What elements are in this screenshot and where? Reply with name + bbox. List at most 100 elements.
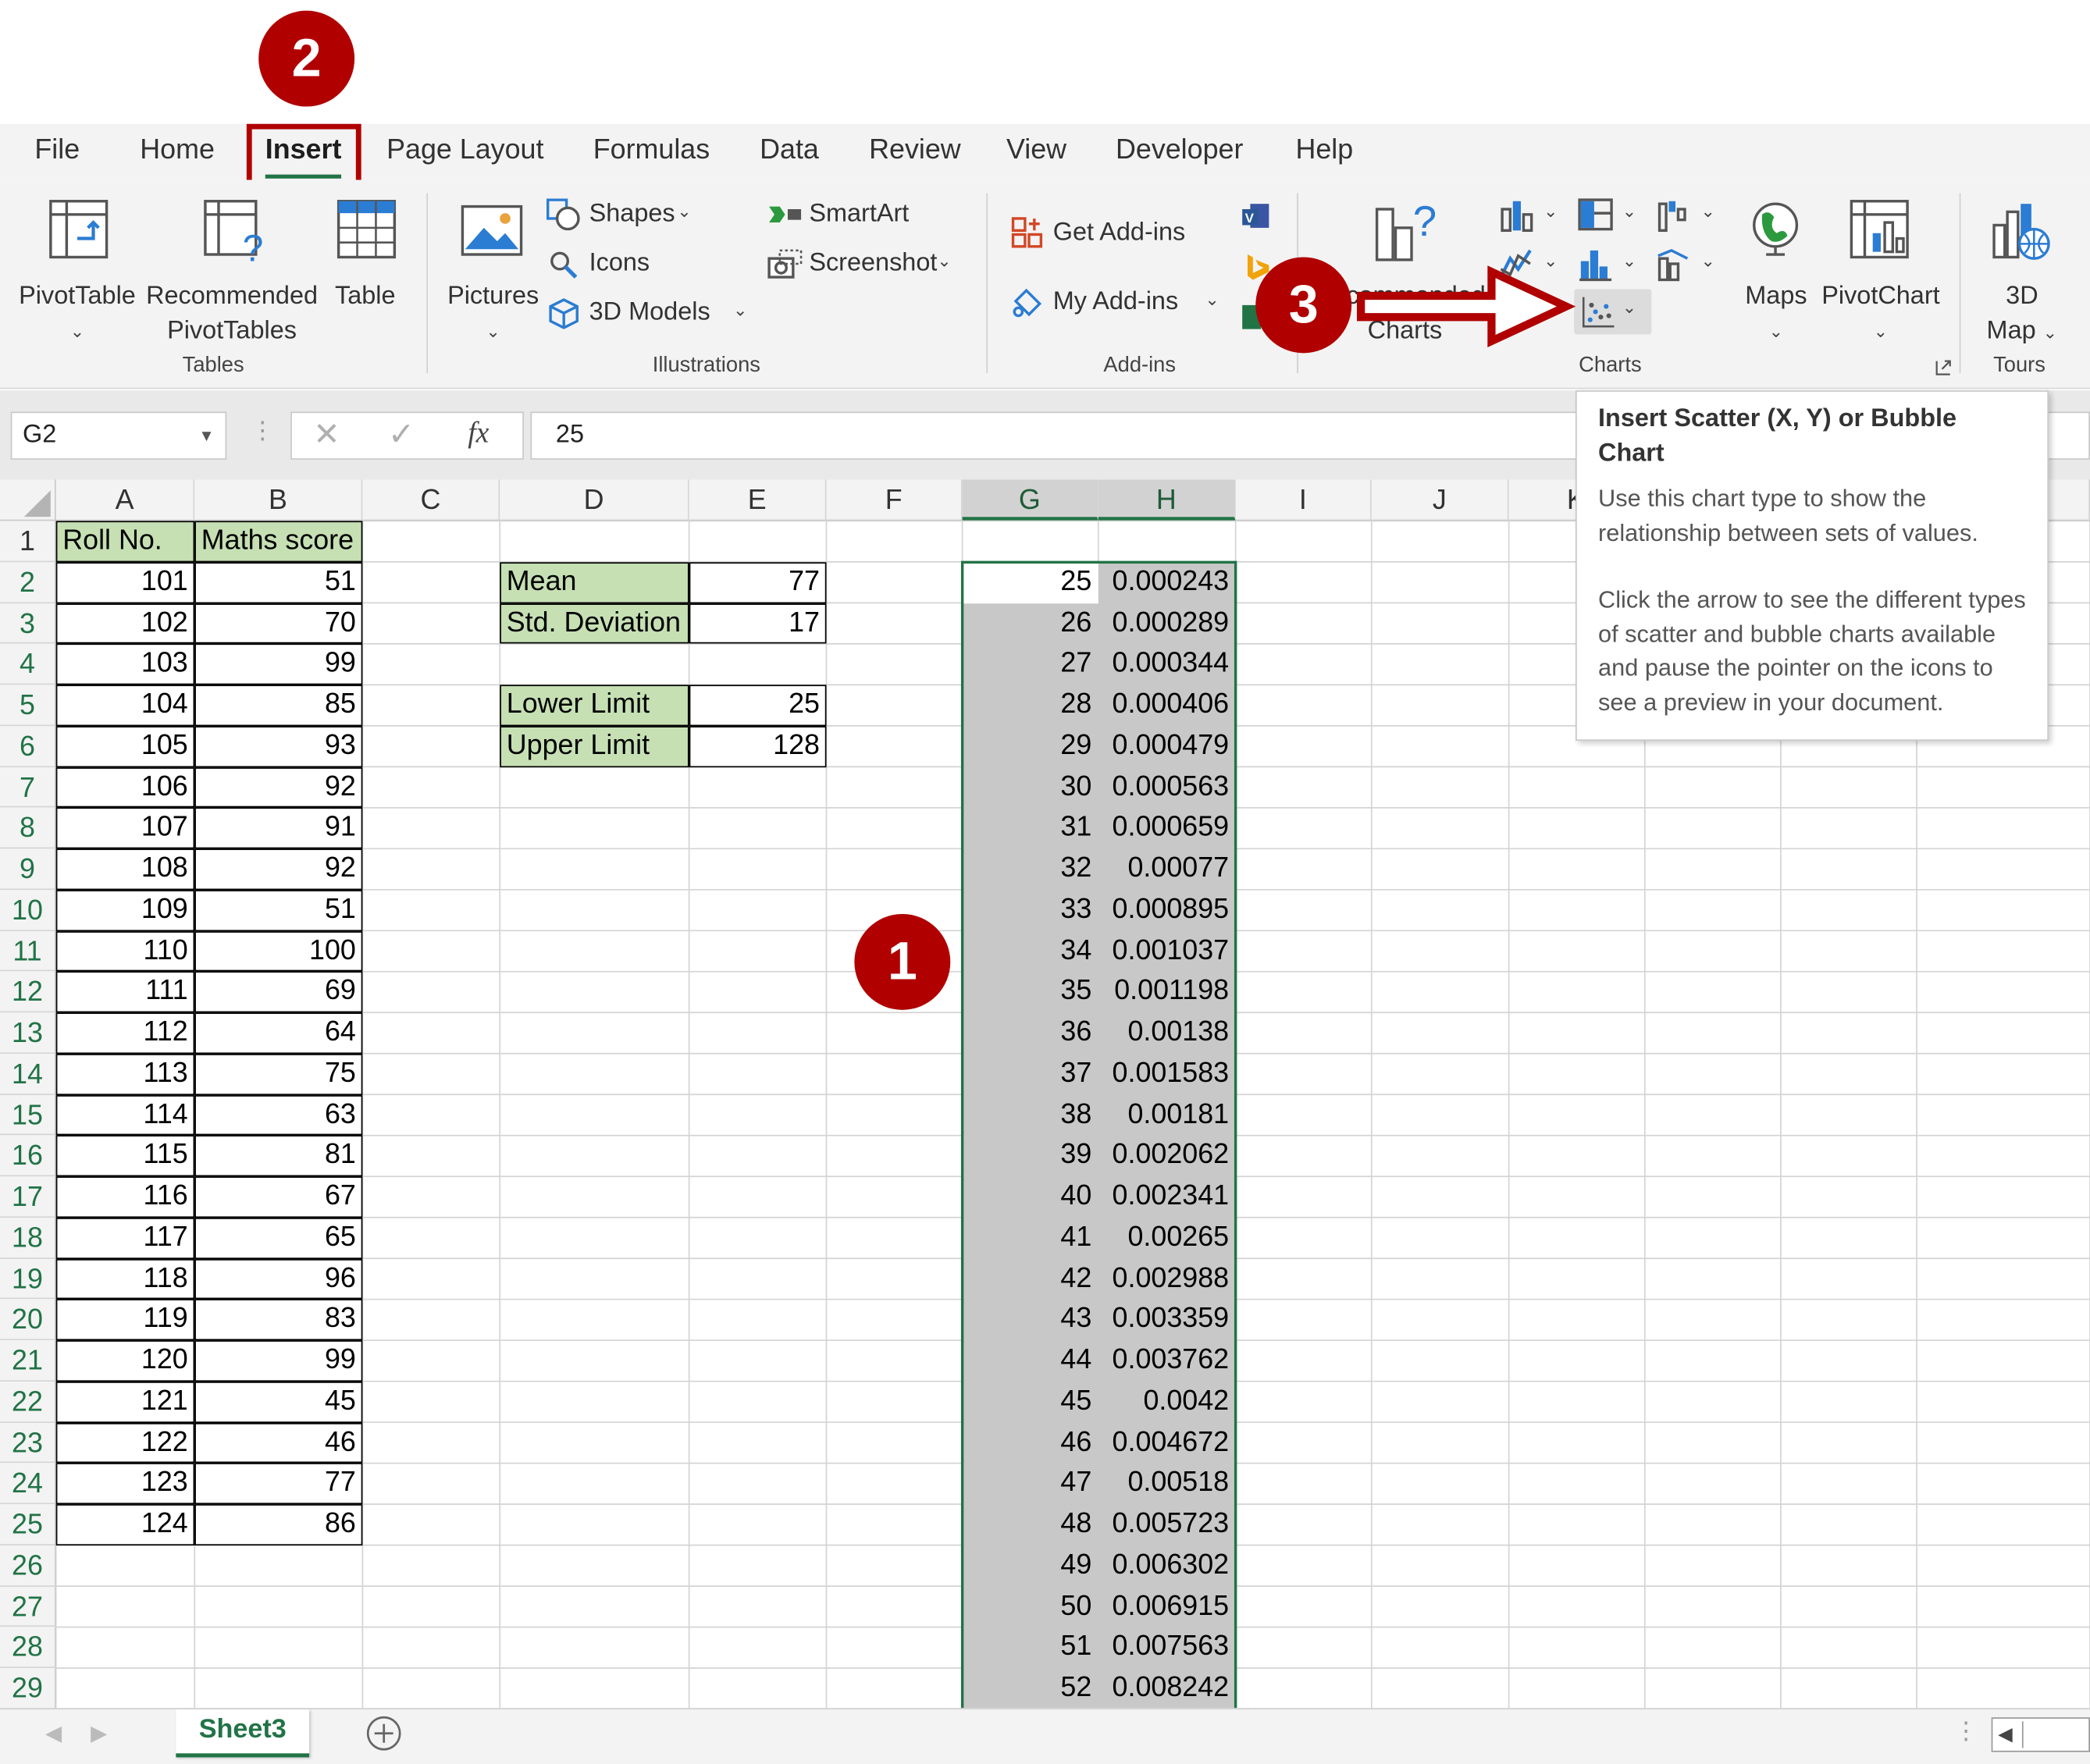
cell-border bbox=[689, 561, 827, 603]
chevron-down-icon: ⌄ bbox=[69, 321, 85, 341]
cell-border bbox=[55, 971, 195, 1013]
scrollbar-divider bbox=[2021, 1721, 2024, 1748]
table-icon bbox=[336, 200, 397, 259]
svg-text:V: V bbox=[1245, 211, 1255, 226]
insert-scatter-chart-button[interactable]: ⌄ bbox=[1574, 289, 1652, 335]
cell-border bbox=[194, 766, 363, 808]
cell-border bbox=[500, 685, 689, 726]
split-handle-icon[interactable]: ⋮ bbox=[1954, 1717, 1978, 1745]
cell-border bbox=[194, 1094, 363, 1136]
scroll-right-icon[interactable]: ▶ bbox=[91, 1720, 107, 1747]
cell-border bbox=[55, 766, 195, 808]
chevron-down-icon: ⌄ bbox=[2042, 322, 2058, 343]
cell-border bbox=[55, 1340, 195, 1382]
tooltip-text-2: Click the arrow to see the different typ… bbox=[1598, 586, 2026, 715]
recommended-pivottables-button[interactable]: ? Recommended PivotTables bbox=[144, 190, 319, 347]
maps-label: Maps bbox=[1745, 282, 1807, 311]
scroll-left-icon[interactable]: ◀ bbox=[1998, 1723, 2012, 1745]
add-sheet-icon[interactable] bbox=[365, 1715, 403, 1752]
cell-border bbox=[194, 1504, 363, 1545]
pictures-icon bbox=[461, 204, 523, 256]
insert-combo-chart-button[interactable]: ⌄ bbox=[1655, 245, 1721, 285]
scatter-chart-tooltip: Insert Scatter (X, Y) or Bubble Chart Us… bbox=[1575, 390, 2049, 742]
cell-border bbox=[55, 521, 195, 562]
cell-border bbox=[194, 1135, 363, 1177]
cell-border bbox=[194, 1217, 363, 1259]
waterfall-chart-icon bbox=[1657, 201, 1686, 233]
tab-page-layout[interactable]: Page Layout bbox=[386, 124, 543, 177]
tours-group-label: Tours bbox=[1993, 354, 2045, 378]
tab-formulas[interactable]: Formulas bbox=[593, 124, 710, 177]
3d-models-button[interactable]: 3D Models ⌄ bbox=[547, 294, 760, 332]
cell-border bbox=[55, 1094, 195, 1136]
scroll-left-icon[interactable]: ◀ bbox=[45, 1720, 62, 1747]
insert-statistic-chart-button[interactable]: ⌄ bbox=[1577, 245, 1643, 285]
formula-buttons: ✕ ✓ fx bbox=[290, 411, 524, 460]
cell-border bbox=[55, 1053, 195, 1095]
dialog-launcher-icon[interactable] bbox=[1935, 360, 1951, 375]
pictures-button[interactable]: Pictures ⌄ bbox=[447, 190, 540, 347]
cell-border bbox=[55, 848, 195, 890]
insert-waterfall-chart-button[interactable]: ⌄ bbox=[1655, 196, 1721, 236]
tab-review[interactable]: Review bbox=[869, 124, 961, 177]
group-separator bbox=[986, 193, 988, 373]
column-chart-icon bbox=[1501, 201, 1533, 233]
my-add-ins-button[interactable]: My Add-ins ⌄ bbox=[1010, 284, 1230, 322]
enter-icon[interactable]: ✓ bbox=[388, 416, 415, 455]
insert-hierarchy-chart-button[interactable]: ⌄ bbox=[1577, 196, 1643, 236]
tab-developer[interactable]: Developer bbox=[1116, 124, 1243, 177]
cell-border bbox=[194, 1381, 363, 1423]
tab-home[interactable]: Home bbox=[140, 124, 215, 177]
cell-border bbox=[194, 643, 363, 685]
insert-column-chart-button[interactable]: ⌄ bbox=[1498, 196, 1565, 236]
ribbon-tabs: File Home Insert Page Layout Formulas Da… bbox=[0, 123, 2090, 196]
cell-border bbox=[55, 1176, 195, 1218]
get-add-ins-button[interactable]: Get Add-ins bbox=[1010, 215, 1210, 252]
step-badge-2: 2 bbox=[258, 10, 355, 107]
icons-button[interactable]: Icons bbox=[547, 245, 680, 283]
drag-handle-icon[interactable]: ⋮ bbox=[251, 417, 275, 445]
cell-border bbox=[500, 561, 689, 603]
cell-border bbox=[194, 1463, 363, 1505]
sheet-tab-sheet3[interactable]: Sheet3 bbox=[176, 1709, 310, 1758]
3d-map-button[interactable]: 3D Map ⌄ bbox=[1975, 190, 2069, 347]
cell-border bbox=[55, 685, 195, 726]
recommended-pivottable-icon: ? bbox=[204, 200, 263, 265]
hierarchy-chart-icon bbox=[1578, 198, 1613, 231]
shapes-label: Shapes bbox=[589, 200, 675, 228]
screenshot-button[interactable]: Screenshot ⌄ bbox=[767, 245, 967, 283]
name-box[interactable]: G2 ▼ bbox=[10, 411, 227, 460]
visio-icon[interactable]: V bbox=[1240, 201, 1272, 231]
cell-border bbox=[55, 1012, 195, 1054]
statistic-chart-icon bbox=[1579, 250, 1612, 282]
cancel-icon[interactable]: ✕ bbox=[313, 416, 340, 455]
pivotchart-button[interactable]: PivotChart ⌄ bbox=[1819, 190, 1942, 347]
chevron-down-icon: ⌄ bbox=[1700, 201, 1716, 222]
icons-label: Icons bbox=[589, 249, 650, 278]
add-ins-group-label: Add-ins bbox=[1103, 354, 1177, 378]
charts-group-label: Charts bbox=[1579, 354, 1642, 378]
tab-view[interactable]: View bbox=[1006, 124, 1066, 177]
horizontal-scrollbar[interactable]: ◀ bbox=[1991, 1717, 2090, 1752]
cell-border bbox=[194, 930, 363, 972]
3d-map-icon bbox=[1992, 204, 2050, 260]
tab-file[interactable]: File bbox=[34, 124, 80, 177]
cell-border bbox=[194, 685, 363, 726]
pivottable-button[interactable]: PivotTable ⌄ bbox=[11, 190, 144, 347]
maps-button[interactable]: Maps ⌄ bbox=[1739, 190, 1813, 347]
caret-down-icon[interactable]: ▼ bbox=[198, 413, 214, 458]
tab-data[interactable]: Data bbox=[760, 124, 819, 177]
cell-border bbox=[55, 603, 195, 644]
insert-function-icon[interactable]: fx bbox=[468, 416, 489, 450]
tooltip-text-1: Use this chart type to show the relation… bbox=[1598, 485, 1978, 546]
svg-text:?: ? bbox=[1413, 197, 1437, 245]
cell-border bbox=[55, 1299, 195, 1341]
table-button[interactable]: Table bbox=[326, 190, 405, 347]
screenshot-icon bbox=[767, 249, 803, 279]
cell-border bbox=[194, 1258, 363, 1300]
smartart-button[interactable]: SmartArt bbox=[767, 196, 927, 233]
3d-map-label-2: Map ⌄ bbox=[1975, 315, 2069, 350]
shapes-button[interactable]: Shapes ⌄ bbox=[546, 196, 707, 233]
3d-map-label-text: Map bbox=[1986, 317, 2036, 346]
tab-help[interactable]: Help bbox=[1295, 124, 1353, 177]
